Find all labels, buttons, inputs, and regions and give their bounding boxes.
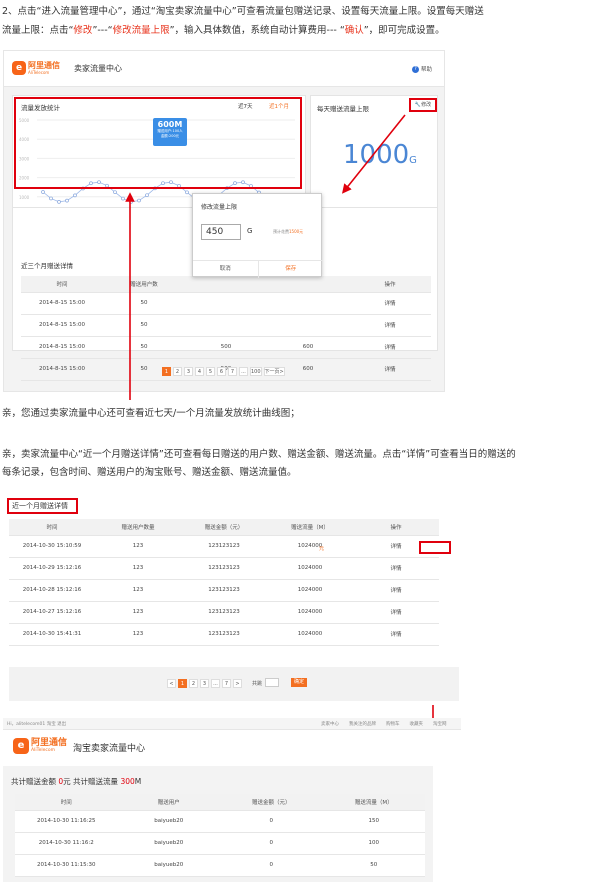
detail-link[interactable]: 详情 [353,623,439,646]
page-button[interactable]: 2 [189,679,198,688]
column-header: 时间 [15,794,118,811]
goto-button[interactable]: 确定 [291,678,307,687]
table-cell: 2014-10-29 15:12:16 [9,557,95,580]
topbar-link[interactable]: 收藏夹 [410,721,424,727]
table-row: 2014-10-30 11:16:2 baiyueb20 0 100 [15,832,425,855]
table-cell: 123 [95,579,181,602]
table-cell: 1024000 [267,601,353,624]
logo-mark-icon: e [13,738,29,754]
page-button[interactable]: 3 [200,679,209,688]
goto-label: 共跳 [252,681,263,687]
column-header: 赠送流量（M） [322,794,425,811]
table-cell: 2014-10-30 11:16:2 [15,832,118,855]
table-row: 2014-10-30 11:15:30 baiyueb20 0 50 [15,854,425,877]
table-cell: 1024000 [267,557,353,580]
topbar-links: 卖家中心 我关注的品牌 购物车 收藏夹 淘宝网 [321,721,447,727]
column-header: 赠送用户数量 [95,519,181,536]
detail-link[interactable]: 详情 [353,579,439,602]
logo-subtext: AliTelecom [31,748,55,753]
table-cell: 0 [220,832,323,855]
table-cell: 50 [322,854,425,877]
table-cell: 2014-10-28 15:12:16 [9,579,95,602]
table-cell: 0 [220,854,323,877]
detail-link[interactable]: 详情 [353,601,439,624]
table-cell: 123 [95,623,181,646]
topbar: Hi，alitelecom01 淘宝 退出 卖家中心 我关注的品牌 购物车 收藏夹 淘宝… [3,718,461,730]
topbar-link[interactable]: 购物车 [386,721,400,727]
table-cell: 123123123 [181,623,267,646]
table-row: 2014-10-30 11:16:25 baiyueb20 0 150 [15,810,425,833]
table-cell: 2014-10-30 15:41:31 [9,623,95,646]
page-button[interactable]: ... [211,679,220,688]
month-details-title: 近一个月赠送详情 [7,498,78,514]
table-cell: 2014-10-30 15:10:59 [9,535,95,558]
page-button[interactable]: > [233,679,242,688]
month-pagination: <1 2 3... 7 > [167,679,244,688]
detail-link[interactable]: 详情 [353,557,439,580]
table-cell: 123123123 [181,557,267,580]
table-row: 2014-10-30 15:41:31 123 123123123 1024000 详情 [9,623,439,646]
page-button[interactable]: 7 [222,679,231,688]
text-chart-note: 亲，您通过卖家流量中心还可查看近七天/一个月流量发放统计曲线图； [2,408,300,419]
alitelecom-logo-2: e 阿里通信 AliTelecom [13,738,67,754]
table-cell: 123123123 [181,579,267,602]
page-title-2: 淘宝卖家流量中心 [73,744,146,754]
table-row: 2014-10-29 15:12:16 123 123123123 1024000 详情 [9,557,439,580]
page-button[interactable]: 1 [178,679,187,688]
table-cell: 123 [95,535,181,558]
column-header: 赠送金额（元） [181,519,267,536]
screenshot-month-details: 近一个月赠送详情 时间 赠送用户数量 赠送金额（元） 赠送流量（M） 操作 2014-10… [3,495,459,705]
table-cell: 150 [322,810,425,833]
topbar-link[interactable]: 我关注的品牌 [349,721,376,727]
text-details-line-1: 亲，卖家流量中心“近一个月赠送详情”还可查看每日赠送的用户数、赠送金额、赠送流量… [2,449,516,460]
table-cell: baiyueb20 [117,810,220,833]
table-cell: 2014-10-30 11:15:30 [15,854,118,877]
table-cell: 0 [220,810,323,833]
table-cell: 2014-10-30 11:16:25 [15,810,118,833]
records-panel: 共计赠送金额 0元 共计赠送流量 300M 时间 赠送用户 赠送金额（元） 赠送流量（… [3,766,433,882]
arrow-edit-to-dialog [342,114,406,194]
table-row: 2014-10-27 15:12:16 123 123123123 1024000 详情 [9,601,439,624]
column-header: 时间 [9,519,95,536]
table-cell: 100 [322,832,425,855]
table-cell: 1024000 [267,623,353,646]
highlight-detail-link [419,541,451,554]
table-row: 2014-10-28 15:12:16 123 123123123 1024000 详情 [9,579,439,602]
column-header: 操作 [353,519,439,536]
table-cell: 123 [95,557,181,580]
month-pager-bar: <1 2 3... 7 > 共跳 确定 [9,667,459,701]
daily-records-table: 时间 赠送用户 赠送金额（元） 赠送流量（M） 2014-10-30 11:16:25 b… [15,794,425,877]
screenshot-daily-records: Hi，alitelecom01 淘宝 退出 卖家中心 我关注的品牌 购物车 收藏夹 淘宝… [3,718,461,882]
goto-input[interactable] [265,678,279,687]
table-cell: 123123123 [181,535,267,558]
table-cell: baiyueb20 [117,832,220,855]
text-details-line-2: 每条记录，包含时间、赠送用户的淘宝账号、赠送金额、赠送流量值。 [2,467,297,478]
month-details-table: 时间 赠送用户数量 赠送金额（元） 赠送流量（M） 操作 2014-10-30 15:10… [9,519,439,646]
table-row: 2014-10-30 15:10:59 123 123123123 1024000 详情 [9,535,439,558]
topbar-link[interactable]: 淘宝网 [433,721,447,727]
page-button[interactable]: < [167,679,176,688]
table-cell: 123 [95,601,181,624]
table-cell: baiyueb20 [117,854,220,877]
table-cell: 123123123 [181,601,267,624]
column-header: 赠送流量（M） [267,519,353,536]
topbar-user: Hi，alitelecom01 淘宝 退出 [7,722,67,727]
topbar-link[interactable]: 卖家中心 [321,721,339,727]
table-cell: 2014-10-27 15:12:16 [9,601,95,624]
table-cell: 1024000 [267,535,353,558]
table-cell: 1024000 [267,579,353,602]
column-header: 赠送用户 [117,794,220,811]
logo-text: 阿里通信 [31,738,68,748]
column-header: 赠送金额（元） [220,794,323,811]
yuan-label: 元 [319,546,325,552]
summary-line: 共计赠送金额 0元 共计赠送流量 300M [11,777,142,786]
